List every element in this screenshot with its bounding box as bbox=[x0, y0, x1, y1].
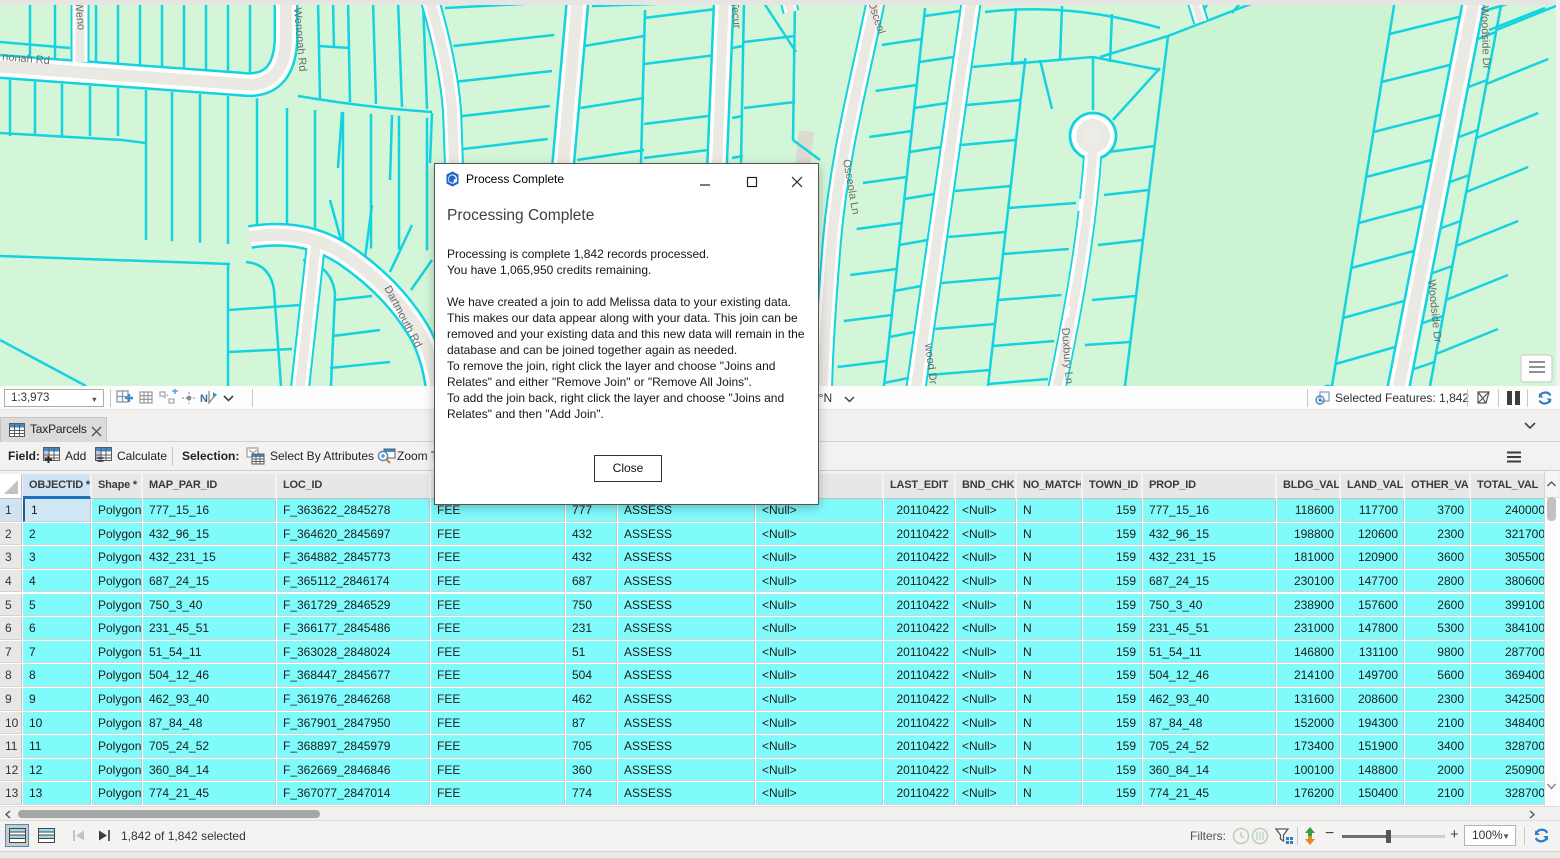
svg-text:Woodside Dr: Woodside Dr bbox=[1478, 6, 1492, 70]
svg-text:N: N bbox=[200, 393, 208, 405]
